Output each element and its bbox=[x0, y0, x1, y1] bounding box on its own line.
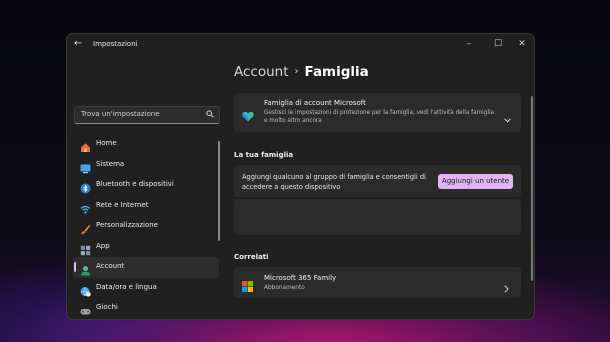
sidebar-item-label: Home bbox=[96, 139, 117, 147]
add-user-button[interactable]: Aggiungi un utente bbox=[438, 174, 513, 189]
gamepad-icon bbox=[80, 302, 91, 315]
title-bar: ← Impostazioni – ☐ ✕ bbox=[67, 34, 534, 56]
sidebar-item-label: Sistema bbox=[96, 159, 125, 168]
maximize-icon[interactable]: ☐ bbox=[491, 37, 505, 51]
sidebar-item-label: Bluetooth e dispositivi bbox=[96, 180, 174, 188]
breadcrumb-chevron-icon: › bbox=[294, 66, 299, 77]
sidebar-item-home[interactable]: Home bbox=[73, 134, 219, 155]
sidebar-nav: Home Sistema Bluetooth e dispositivi Ret… bbox=[73, 134, 219, 319]
sidebar-item-account[interactable]: Account bbox=[73, 257, 219, 278]
search-placeholder: Trova un'impostazione bbox=[81, 110, 160, 118]
minimize-icon[interactable]: – bbox=[462, 37, 476, 51]
window-title: Impostazioni bbox=[93, 40, 138, 48]
page-title: Famiglia bbox=[304, 64, 369, 80]
microsoft-logo-icon bbox=[242, 277, 253, 296]
brush-icon bbox=[80, 220, 91, 235]
system-icon bbox=[80, 159, 91, 173]
chevron-right-icon bbox=[504, 278, 509, 297]
family-account-card[interactable]: Famiglia di account Microsoft Gestisci l… bbox=[234, 93, 521, 132]
sidebar-item-gaming[interactable]: Giochi bbox=[73, 298, 219, 319]
family-account-description: Gestisci le impostazioni di protezione p… bbox=[264, 110, 494, 124]
add-member-text: Aggiungi qualcuno al gruppo di famiglia … bbox=[242, 173, 426, 191]
globe-clock-icon bbox=[80, 282, 91, 297]
family-members-placeholder bbox=[234, 199, 521, 235]
close-icon[interactable]: ✕ bbox=[515, 37, 529, 51]
search-icon[interactable] bbox=[206, 110, 214, 120]
back-arrow-icon[interactable]: ← bbox=[74, 38, 86, 50]
main-scrollbar[interactable] bbox=[531, 96, 533, 281]
related-heading: Correlati bbox=[234, 253, 269, 261]
sidebar-item-bluetooth[interactable]: Bluetooth e dispositivi bbox=[73, 175, 219, 196]
breadcrumb-parent[interactable]: Account bbox=[234, 64, 289, 80]
microsoft-365-family-link[interactable]: Microsoft 365 Family Abbonamento bbox=[234, 267, 521, 298]
sidebar-item-label: Account bbox=[96, 262, 125, 270]
search-input[interactable]: Trova un'impostazione bbox=[74, 106, 220, 124]
active-indicator bbox=[74, 262, 76, 272]
sidebar-scrollbar[interactable] bbox=[218, 141, 220, 241]
sidebar-item-label: Giochi bbox=[96, 303, 118, 311]
bluetooth-icon bbox=[80, 179, 91, 194]
apps-icon bbox=[80, 241, 91, 255]
breadcrumb: Account › Famiglia bbox=[234, 64, 369, 80]
sidebar-item-label: Rete e Internet bbox=[96, 200, 149, 209]
related-item-subtitle: Abbonamento bbox=[264, 285, 305, 291]
sidebar-item-label: Personalizzazione bbox=[96, 221, 158, 229]
family-account-title: Famiglia di account Microsoft bbox=[264, 99, 366, 107]
account-icon bbox=[80, 261, 91, 276]
related-item-title: Microsoft 365 Family bbox=[264, 274, 337, 282]
sidebar-item-time-language[interactable]: Data/ora e lingua bbox=[73, 278, 219, 299]
sidebar-item-label: Data/ora e lingua bbox=[96, 282, 157, 291]
family-heart-icon bbox=[242, 107, 254, 126]
sidebar-item-system[interactable]: Sistema bbox=[73, 155, 219, 176]
home-icon bbox=[80, 138, 91, 152]
chevron-down-icon[interactable] bbox=[504, 108, 511, 127]
settings-window: ← Impostazioni – ☐ ✕ Account › Famiglia Tr… bbox=[66, 33, 535, 320]
sidebar-item-network[interactable]: Rete e Internet bbox=[73, 196, 219, 217]
your-family-heading: La tua famiglia bbox=[234, 151, 294, 159]
sidebar-item-apps[interactable]: App bbox=[73, 237, 219, 258]
sidebar-item-personalization[interactable]: Personalizzazione bbox=[73, 216, 219, 237]
sidebar-item-label: App bbox=[96, 241, 110, 250]
wifi-icon bbox=[80, 200, 91, 214]
